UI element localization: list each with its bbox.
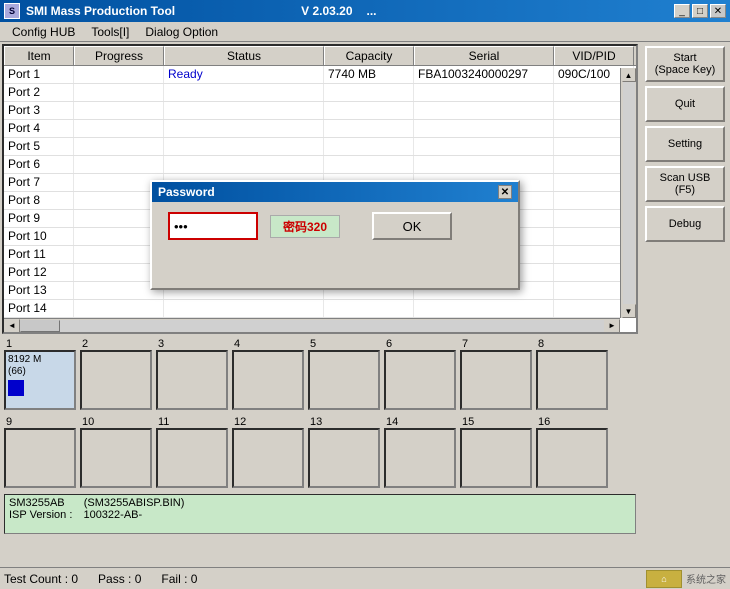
dialog-title-bar: Password ✕ — [152, 182, 518, 202]
dialog-hint: 密码320 — [270, 215, 340, 238]
pass-count: Pass : 0 — [98, 572, 141, 586]
dialog-close-button[interactable]: ✕ — [498, 185, 512, 199]
watermark-area: ⌂ 系统之家 — [646, 570, 726, 588]
dialog-content: 密码320 OK — [152, 202, 518, 250]
dialog-ok-button[interactable]: OK — [372, 212, 452, 240]
fail-count: Fail : 0 — [161, 572, 197, 586]
dialog-title-text: Password — [158, 185, 215, 199]
test-count: Test Count : 0 — [4, 572, 78, 586]
watermark-icon: ⌂ — [646, 570, 682, 588]
password-input[interactable] — [168, 212, 258, 240]
watermark-text: 系统之家 — [686, 571, 726, 586]
dialog-overlay: Password ✕ 密码320 OK — [0, 0, 730, 567]
password-dialog: Password ✕ 密码320 OK — [150, 180, 520, 290]
status-bar: Test Count : 0 Pass : 0 Fail : 0 ⌂ 系统之家 — [0, 567, 730, 589]
